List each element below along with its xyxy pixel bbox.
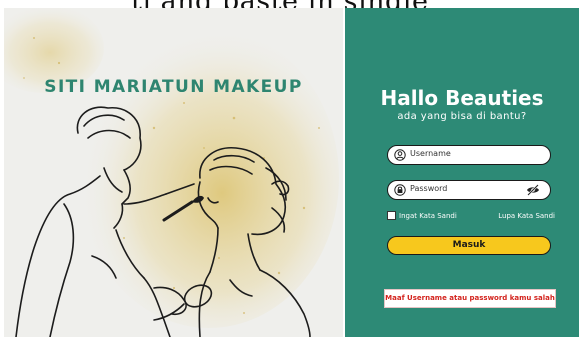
login-subtitle: ada yang bisa di bantu? — [397, 111, 527, 122]
password-field[interactable]: Password — [387, 180, 551, 200]
login-button[interactable]: Masuk — [387, 236, 551, 255]
app-frame: SITI MARIATUN MAKEUP Hallo Beauties ada … — [4, 8, 579, 337]
remember-me[interactable]: Ingat Kata Sandi — [387, 211, 457, 220]
error-message: Maaf Username atau password kamu salah — [384, 289, 556, 308]
login-title: Hallo Beauties — [380, 86, 544, 110]
forgot-password-link[interactable]: Lupa Kata Sandi — [498, 212, 555, 220]
brand-title: SITI MARIATUN MAKEUP — [44, 77, 303, 97]
lock-icon — [394, 184, 406, 196]
username-field[interactable]: Username — [387, 145, 551, 165]
user-circle-icon — [394, 149, 406, 161]
remember-label: Ingat Kata Sandi — [399, 211, 457, 220]
username-placeholder: Username — [410, 149, 451, 158]
password-placeholder: Password — [410, 184, 448, 193]
login-panel: Hallo Beauties ada yang bisa di bantu? U… — [343, 8, 579, 337]
remember-checkbox[interactable] — [387, 211, 396, 220]
makeup-artist-illustration — [4, 8, 339, 337]
eye-slash-icon[interactable] — [526, 184, 540, 196]
login-options: Ingat Kata Sandi Lupa Kata Sandi — [387, 211, 555, 223]
hero-panel: SITI MARIATUN MAKEUP — [4, 8, 343, 337]
